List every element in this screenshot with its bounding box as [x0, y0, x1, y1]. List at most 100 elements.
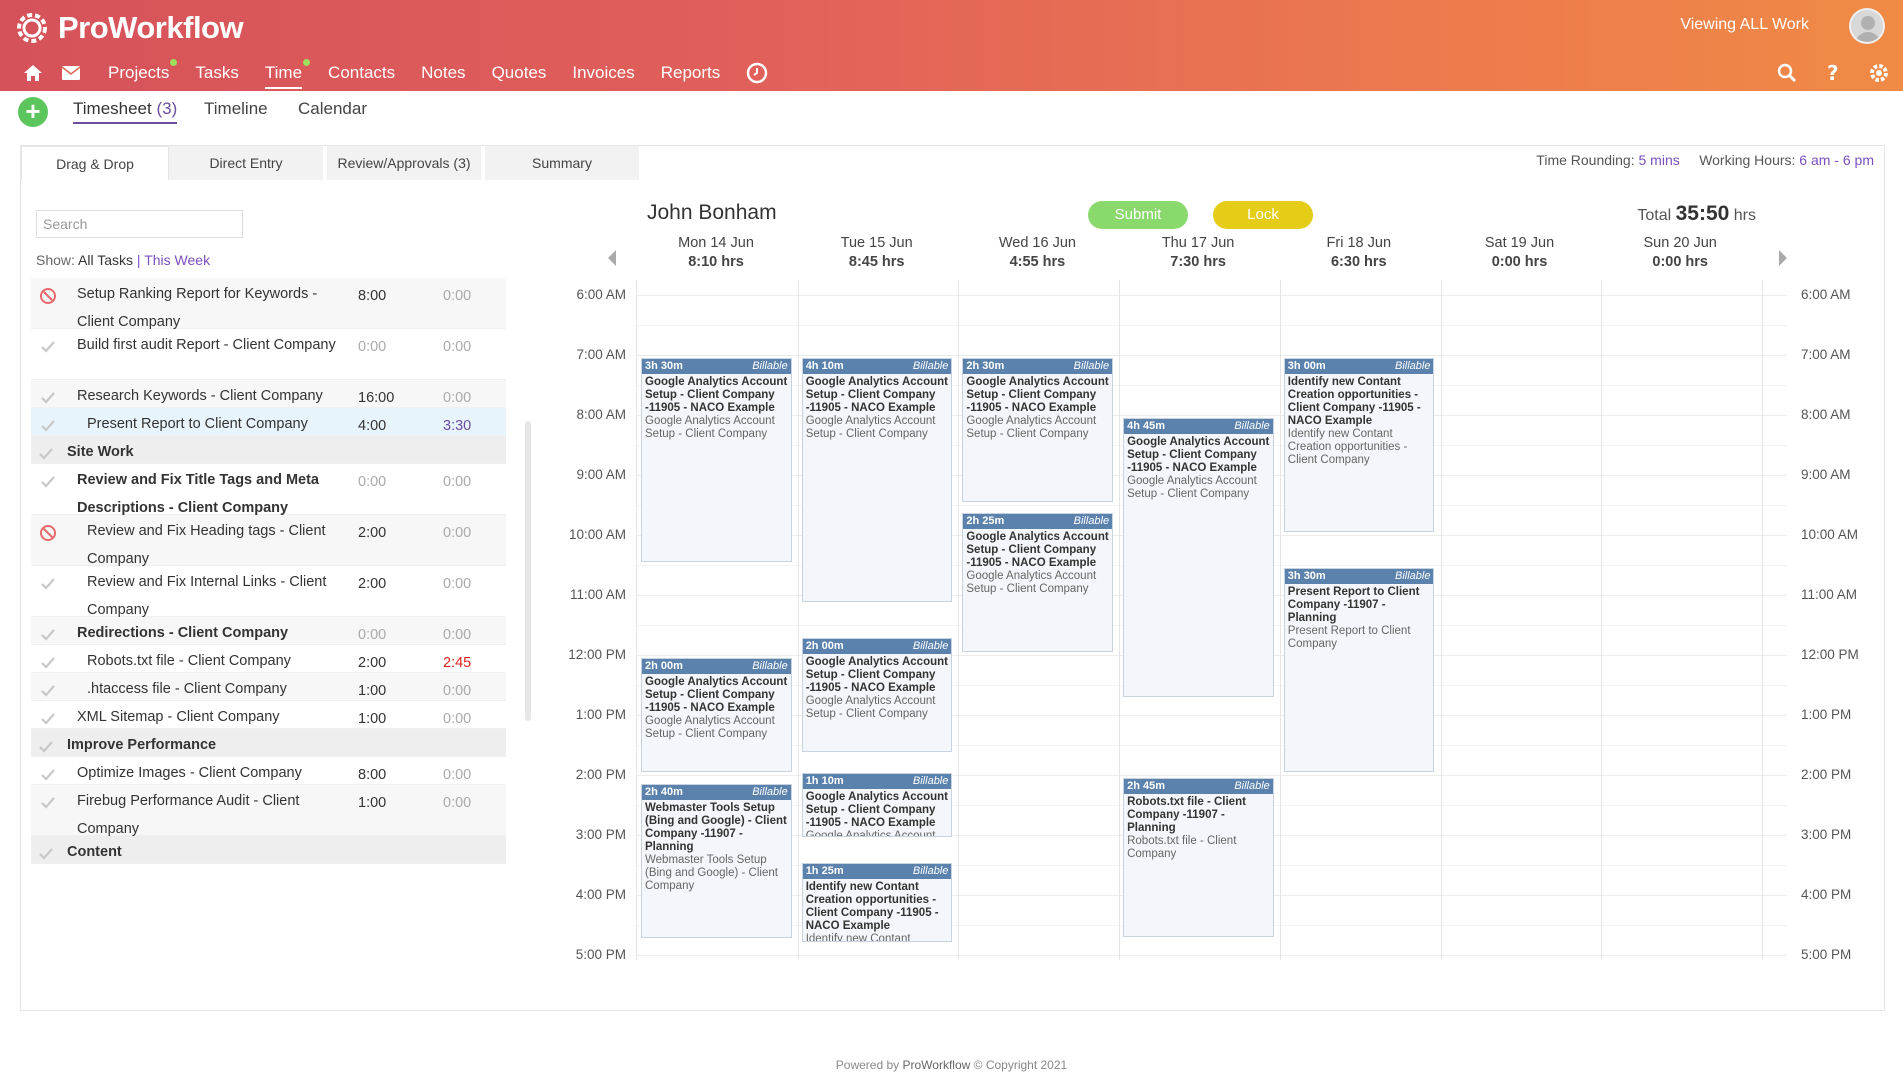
- day-header[interactable]: Wed 16 Jun 4:55 hrs: [957, 234, 1117, 272]
- lock-button[interactable]: Lock: [1213, 201, 1313, 229]
- main-nav: Projects Tasks Time Contacts Notes Quote…: [0, 55, 774, 91]
- entry-header: 2h 00m Billable: [802, 639, 952, 655]
- time-entry[interactable]: 4h 10m Billable Google Analytics Account S…: [801, 358, 953, 603]
- time-label: 8:00 AM: [576, 407, 626, 422]
- time-label: 6:00 AM: [1801, 287, 1851, 302]
- timer-clock-icon[interactable]: [740, 55, 774, 91]
- filter-this-week[interactable]: This Week: [144, 252, 210, 268]
- day-header[interactable]: Tue 15 Jun 8:45 hrs: [797, 234, 957, 272]
- entry-title: Webmaster Tools Setup (Bing and Google) …: [645, 802, 787, 853]
- billable-label: Billable: [752, 660, 788, 672]
- task-row[interactable]: Research Keywords - Client Company 16:00 0…: [31, 380, 506, 408]
- tab-summary[interactable]: Summary: [485, 146, 643, 180]
- search-icon[interactable]: [1775, 61, 1799, 85]
- calendar-grid[interactable]: 3h 30m Billable Google Analytics Account S…: [636, 280, 1787, 960]
- time-rounding-link[interactable]: 5 mins: [1639, 152, 1680, 168]
- tab-drag-drop[interactable]: Drag & Drop: [21, 146, 169, 180]
- task-row[interactable]: Optimize Images - Client Company 8:00 0:00: [31, 757, 506, 785]
- task-group[interactable]: Content: [31, 836, 506, 864]
- nav-notes[interactable]: Notes: [421, 55, 465, 91]
- task-row[interactable]: Firebug Performance Audit - Client Compa…: [31, 785, 506, 837]
- time-label: 11:00 AM: [569, 587, 626, 602]
- time-entry[interactable]: 2h 25m Billable Google Analytics Account S…: [962, 512, 1114, 652]
- task-name: Review and Fix Internal Links - Client C…: [87, 574, 327, 618]
- nav-quotes[interactable]: Quotes: [492, 55, 547, 91]
- day-header[interactable]: Fri 18 Jun 6:30 hrs: [1279, 234, 1439, 272]
- task-list-scrollbar[interactable]: [525, 421, 531, 721]
- time-entry[interactable]: 2h 45m Billable Robots.txt file - Client C…: [1123, 778, 1274, 937]
- task-row[interactable]: Robots.txt file - Client Company 2:00 2:45: [31, 645, 506, 673]
- task-row[interactable]: Setup Ranking Report for Keywords - Clie…: [31, 278, 506, 330]
- task-actual: 0:00: [443, 474, 472, 490]
- task-row[interactable]: Build first audit Report - Client Compan…: [31, 329, 506, 380]
- task-search-input[interactable]: Search: [36, 210, 243, 238]
- day-header[interactable]: Thu 17 Jun 7:30 hrs: [1118, 234, 1278, 272]
- nav-tasks[interactable]: Tasks: [195, 55, 238, 91]
- nav-projects[interactable]: Projects: [108, 55, 178, 91]
- nav-invoices[interactable]: Invoices: [572, 55, 634, 91]
- tab-timeline[interactable]: Timeline: [204, 99, 268, 119]
- task-row[interactable]: Redirections - Client Company 0:00 0:00: [31, 617, 506, 645]
- task-row[interactable]: Present Report to Client Company 4:00 3:30: [31, 408, 506, 436]
- help-icon[interactable]: ?: [1821, 61, 1845, 85]
- time-entry[interactable]: 2h 40m Billable Webmaster Tools Setup (Bin…: [641, 784, 792, 939]
- task-group[interactable]: Site Work: [31, 436, 506, 464]
- time-entry[interactable]: 1h 10m Billable Google Analytics Account S…: [801, 773, 953, 838]
- nav-reports[interactable]: Reports: [661, 55, 721, 91]
- task-row[interactable]: Review and Fix Heading tags - Client Com…: [31, 515, 506, 567]
- task-name: .htaccess file - Client Company: [87, 681, 287, 697]
- task-row[interactable]: Review and Fix Title Tags and Meta Descr…: [31, 464, 506, 516]
- time-label: 1:00 PM: [575, 707, 626, 722]
- add-time-button[interactable]: +: [18, 97, 48, 127]
- entry-title: Google Analytics Account Setup - Client …: [805, 376, 948, 414]
- mail-icon[interactable]: [54, 55, 88, 91]
- time-entry[interactable]: 1h 25m Billable Identify new Contant Creat…: [801, 863, 953, 943]
- task-row[interactable]: XML Sitemap - Client Company 1:00 0:00: [31, 701, 506, 729]
- working-hours-link[interactable]: 6 am - 6 pm: [1799, 152, 1874, 168]
- task-actual: 0:00: [443, 525, 472, 541]
- day-header[interactable]: Mon 14 Jun 8:10 hrs: [636, 234, 796, 272]
- task-group[interactable]: Improve Performance: [31, 729, 506, 757]
- avatar[interactable]: [1849, 8, 1885, 44]
- task-estimate: 16:00: [358, 390, 395, 406]
- task-estimate: 0:00: [358, 627, 387, 643]
- nav-time[interactable]: Time: [264, 55, 311, 91]
- time-entry[interactable]: 4h 45m Billable Google Analytics Account S…: [1123, 418, 1274, 697]
- billable-label: Billable: [1234, 780, 1270, 792]
- time-label: 9:00 AM: [576, 467, 626, 482]
- nav-contacts[interactable]: Contacts: [328, 55, 395, 91]
- logo[interactable]: ProWorkflow: [14, 8, 244, 48]
- time-entry[interactable]: 2h 30m Billable Google Analytics Account S…: [962, 358, 1114, 502]
- time-entry[interactable]: 3h 00m Billable Identify new Contant Creat…: [1283, 358, 1435, 532]
- task-group-label: Improve Performance: [67, 737, 217, 753]
- tab-timesheet[interactable]: Timesheet (3): [73, 99, 178, 124]
- home-icon[interactable]: [16, 55, 50, 91]
- previous-week-arrow-icon[interactable]: [608, 250, 616, 266]
- footer-link[interactable]: ProWorkflow: [903, 1058, 971, 1072]
- time-label: 3:00 PM: [1801, 827, 1852, 842]
- filter-all-tasks[interactable]: All Tasks: [78, 252, 133, 268]
- time-label: 9:00 AM: [1801, 467, 1851, 482]
- entry-title: Robots.txt file - Client Company -11907 …: [1127, 796, 1246, 834]
- day-hours: 4:55 hrs: [1009, 254, 1066, 270]
- time-entry[interactable]: 2h 00m Billable Google Analytics Account S…: [641, 658, 792, 772]
- task-row[interactable]: .htaccess file - Client Company 1:00 0:00: [31, 673, 506, 701]
- submit-button[interactable]: Submit: [1088, 201, 1188, 229]
- day-header[interactable]: Sun 20 Jun 0:00 hrs: [1600, 234, 1760, 272]
- tab-calendar[interactable]: Calendar: [298, 99, 367, 119]
- day-header[interactable]: Sat 19 Jun 0:00 hrs: [1440, 234, 1600, 272]
- app-name: ProWorkflow: [58, 10, 244, 45]
- day-label: Fri 18 Jun: [1326, 235, 1392, 251]
- next-week-arrow-icon[interactable]: [1779, 250, 1787, 266]
- tab-review-approvals[interactable]: Review/Approvals (3): [327, 146, 485, 180]
- settings-gear-icon[interactable]: [1867, 61, 1891, 85]
- entry-header: 2h 30m Billable: [963, 359, 1113, 374]
- viewing-filter[interactable]: Viewing ALL Work: [1680, 16, 1809, 34]
- task-row[interactable]: Review and Fix Internal Links - Client C…: [31, 566, 506, 618]
- time-entry[interactable]: 2h 00m Billable Google Analytics Account S…: [801, 638, 953, 753]
- time-entry[interactable]: 3h 30m Billable Google Analytics Account S…: [641, 358, 792, 562]
- check-icon: [39, 417, 57, 435]
- entry-duration: 4h 45m: [1127, 420, 1166, 432]
- time-entry[interactable]: 3h 30m Billable Present Report to Client C…: [1283, 568, 1435, 772]
- tab-direct-entry[interactable]: Direct Entry: [169, 146, 327, 180]
